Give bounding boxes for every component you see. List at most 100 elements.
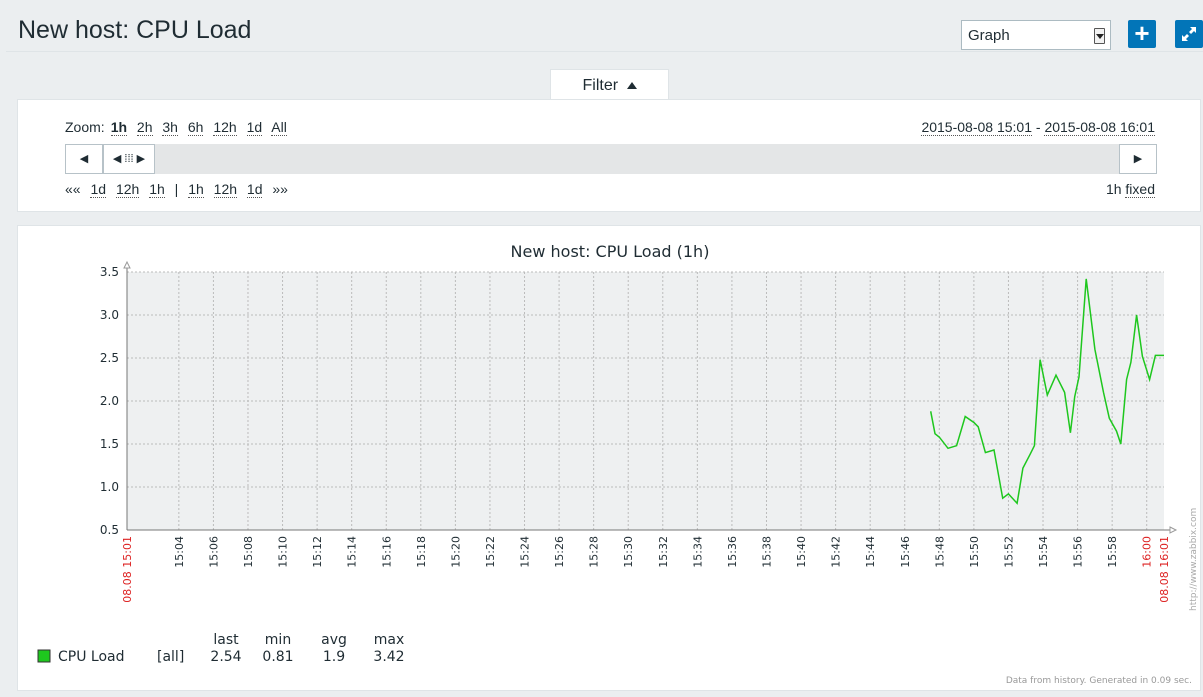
- x-tick-label: 15:14: [346, 536, 359, 568]
- scroll-handle[interactable]: ◀ ⁞⁞⁞ ▶: [103, 144, 155, 174]
- x-tick-label: 15:10: [277, 536, 290, 568]
- graph-footer-note: Data from history. Generated in 0.09 sec…: [1006, 676, 1192, 686]
- legend-value-avg: 1.9: [323, 649, 345, 665]
- nav-forward-label: »»: [272, 181, 288, 197]
- legend-item-name: CPU Load: [58, 649, 125, 665]
- x-tick-label: 15:58: [1106, 536, 1119, 568]
- zoom-all[interactable]: All: [271, 119, 287, 136]
- timeline-scrollbar[interactable]: ◀ ◀ ⁞⁞⁞ ▶ ▶: [65, 144, 1157, 174]
- x-tick-label: 15:36: [726, 536, 739, 568]
- y-tick-label: 2.5: [100, 351, 119, 365]
- page-header: New host: CPU Load Graph +: [6, 6, 1203, 52]
- zoom-row: Zoom: 1h 2h 3h 6h 12h 1d All: [65, 119, 293, 136]
- cpu-load-graph[interactable]: New host: CPU Load (1h) 0.5 1.0 1.5 2.0 2.5 3…: [18, 226, 1202, 692]
- x-tick-label: 15:06: [207, 536, 220, 568]
- x-tick-label: 15:46: [899, 536, 912, 568]
- triangle-right-icon: ▶: [1133, 153, 1143, 165]
- scroll-left-button[interactable]: ◀: [65, 144, 103, 174]
- x-tick-label: 15:18: [415, 536, 428, 568]
- y-tick-label: 2.0: [100, 394, 119, 408]
- x-tick-label: 15:04: [173, 536, 186, 568]
- triangle-left-icon: ◀: [79, 153, 89, 165]
- legend-value-max: 3.42: [373, 649, 404, 665]
- zoom-12h[interactable]: 12h: [213, 119, 237, 136]
- legend-header-last: last: [213, 632, 239, 648]
- legend-swatch: [37, 649, 51, 663]
- nav-back-label: ««: [65, 181, 81, 197]
- filter-tab-label: Filter: [582, 77, 619, 94]
- drag-handle-icon: ◀ ⁞⁞⁞ ▶: [112, 153, 146, 165]
- x-axis-arrow-icon: [1169, 526, 1178, 534]
- plus-icon: +: [1134, 18, 1150, 48]
- filter-tab[interactable]: Filter: [550, 69, 669, 100]
- x-tick-label: 15:30: [622, 536, 635, 568]
- legend-value-last: 2.54: [210, 649, 241, 665]
- legend-value-min: 0.81: [262, 649, 293, 665]
- x-tick-label: 15:38: [760, 536, 773, 568]
- caret-up-icon: [626, 82, 637, 89]
- period-separator: -: [1035, 119, 1041, 135]
- period-range: 2015-08-08 15:01 - 2015-08-08 16:01: [921, 119, 1155, 136]
- period-length: 1h: [1105, 181, 1122, 197]
- x-tick-label: 15:20: [449, 536, 462, 568]
- nav-back-12h[interactable]: 12h: [115, 181, 140, 198]
- zoom-3h[interactable]: 3h: [162, 119, 178, 136]
- x-tick-label: 15:26: [553, 536, 566, 568]
- fullscreen-icon: [1182, 27, 1196, 41]
- y-tick-label: 3.5: [100, 265, 119, 279]
- zoom-label: Zoom:: [65, 119, 105, 135]
- zabbix-watermark: http://www.zabbix.com: [1189, 508, 1199, 611]
- x-tick-label: 15:56: [1072, 536, 1085, 568]
- y-tick-label: 3.0: [100, 308, 119, 322]
- x-tick-label: 15:44: [864, 536, 877, 568]
- zoom-2h[interactable]: 2h: [136, 119, 153, 136]
- x-edge-label-start: 08.08 15:01: [121, 536, 134, 603]
- x-tick-label: 15:12: [311, 536, 324, 568]
- fullscreen-button[interactable]: [1175, 20, 1203, 48]
- nav-back-1h[interactable]: 1h: [149, 181, 165, 198]
- graph-view-select-value: Graph: [968, 27, 1010, 44]
- x-tick-label: 15:34: [691, 536, 704, 568]
- period-info: 1h fixed: [1105, 181, 1155, 198]
- x-tick-label: 15:24: [519, 536, 532, 568]
- x-tick-label: 15:50: [968, 536, 981, 568]
- zoom-1d[interactable]: 1d: [246, 119, 263, 136]
- graph-panel: New host: CPU Load (1h) 0.5 1.0 1.5 2.0 2.5 3…: [17, 225, 1201, 691]
- y-tick-label: 1.5: [100, 437, 119, 451]
- y-axis-arrow-icon: [123, 260, 131, 269]
- nav-back-1d[interactable]: 1d: [90, 181, 107, 198]
- x-tick-label: 15:32: [657, 536, 670, 568]
- scroll-right-button[interactable]: ▶: [1119, 144, 1157, 174]
- y-tick-label: 1.0: [100, 480, 119, 494]
- x-tick-label: 15:40: [795, 536, 808, 568]
- x-edge-label-end: 08.08 16:01: [1158, 536, 1171, 603]
- chevron-down-icon: [1094, 28, 1105, 44]
- zoom-1h[interactable]: 1h: [110, 119, 128, 136]
- period-to[interactable]: 2015-08-08 16:01: [1044, 119, 1155, 136]
- nav-forward-12h[interactable]: 12h: [213, 181, 238, 198]
- add-to-dashboard-button[interactable]: +: [1128, 20, 1156, 48]
- x-tick-label: 15:48: [933, 536, 946, 568]
- graph-view-select[interactable]: Graph: [961, 20, 1111, 50]
- x-tick-label: 15:08: [242, 536, 255, 568]
- legend-item-func: [all]: [157, 649, 184, 665]
- y-tick-label: 0.5: [100, 523, 119, 537]
- x-tick-label: 15:16: [380, 536, 393, 568]
- x-tick-label: 15:22: [484, 536, 497, 568]
- nav-separator: |: [174, 181, 179, 197]
- zoom-6h[interactable]: 6h: [187, 119, 204, 136]
- period-mode-fixed[interactable]: fixed: [1125, 181, 1155, 198]
- filter-panel: Zoom: 1h 2h 3h 6h 12h 1d All 2015-08-08 1…: [17, 99, 1201, 212]
- x-tick-label: 15:52: [1002, 536, 1015, 568]
- x-tick-label: 15:28: [588, 536, 601, 568]
- nav-forward-1h[interactable]: 1h: [188, 181, 204, 198]
- period-from[interactable]: 2015-08-08 15:01: [921, 119, 1032, 136]
- period-navigation: «« 1d 12h 1h | 1h 12h 1d »»: [65, 181, 294, 198]
- nav-forward-1d[interactable]: 1d: [246, 181, 263, 198]
- x-tick-label: 16:00: [1141, 536, 1154, 568]
- page-title: New host: CPU Load: [18, 16, 252, 44]
- x-tick-label: 15:54: [1037, 536, 1050, 568]
- legend-header-max: max: [374, 632, 405, 648]
- x-tick-label: 15:42: [830, 536, 843, 568]
- graph-title: New host: CPU Load (1h): [511, 242, 710, 261]
